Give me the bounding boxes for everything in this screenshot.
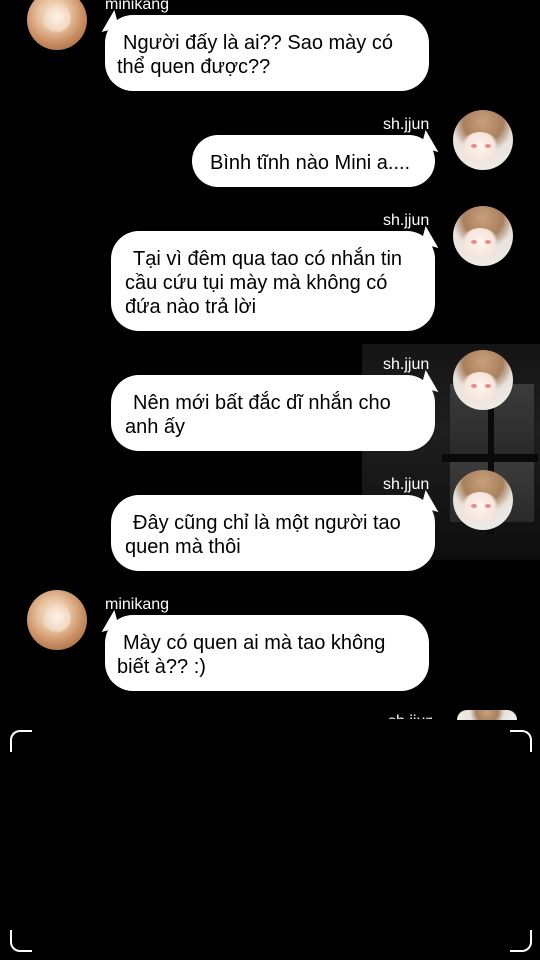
avatar-shjjun[interactable] [453, 110, 513, 170]
message-bubble[interactable]: Đây cũng chỉ là một người tao quen mà th… [111, 489, 444, 571]
avatar-shjjun[interactable] [453, 470, 513, 530]
message-bubble[interactable]: Mày có quen ai mà tao không biết à?? :) [96, 609, 429, 691]
sender-name: sh.jjun [383, 356, 430, 373]
avatar-shjjun[interactable] [453, 206, 513, 266]
message-line: Người đấy là ai?? Sao mày có [123, 32, 393, 54]
sender-name-cut: sh.jjun [388, 713, 432, 719]
message-line: Đây cũng chỉ là một người tao [133, 512, 401, 534]
message-bubble[interactable]: Người đấy là ai?? Sao mày có thể quen đư… [96, 9, 429, 91]
frame-corner-top-left [10, 730, 32, 752]
frame-corner-bottom-right [510, 930, 532, 952]
message-line: Bình tĩnh nào Mini a.... [210, 152, 411, 174]
message-line: anh ấy [125, 416, 186, 438]
sender-name: sh.jjun [383, 476, 430, 493]
avatar-shjjun-partial [457, 710, 517, 720]
message-bubble[interactable]: Nên mới bất đắc dĩ nhắn cho anh ấy [111, 369, 444, 451]
message-line: thể quen được?? [117, 56, 271, 78]
message-line: Tại vì đêm qua tao có nhắn tin [133, 248, 403, 270]
message-bubble[interactable]: Tại vì đêm qua tao có nhắn tin cầu cứu t… [111, 225, 444, 331]
frame-corner-top-right [510, 730, 532, 752]
avatar-minikang[interactable] [27, 0, 87, 50]
message-bubble[interactable]: Bình tĩnh nào Mini a.... [192, 129, 444, 187]
frame-corner-bottom-left [10, 930, 32, 952]
sender-name: sh.jjun [383, 212, 430, 229]
message-line: Nên mới bất đắc dĩ nhắn cho [133, 392, 391, 414]
message-line: biết à?? :) [117, 656, 206, 678]
message-line: đứa nào trả lời [125, 296, 257, 318]
sender-name: sh.jjun [383, 116, 430, 133]
avatar-minikang[interactable] [27, 590, 87, 650]
message-line: cầu cứu tụi mày mà không có [125, 272, 388, 294]
message-line: quen mà thôi [125, 536, 241, 558]
message-line: Mày có quen ai mà tao không [123, 632, 386, 654]
chat-screen: minikang Người đấy là ai?? Sao mày có th… [0, 0, 540, 960]
avatar-shjjun[interactable] [453, 350, 513, 410]
